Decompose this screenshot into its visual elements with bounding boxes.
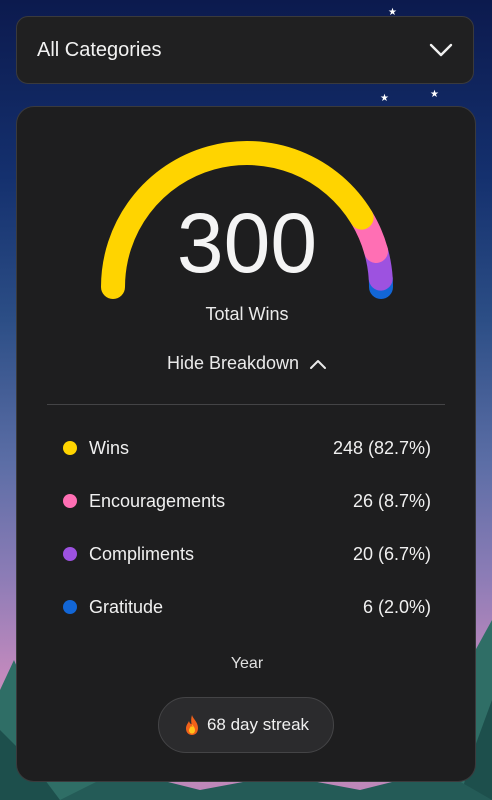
breakdown-label: Gratitude: [89, 596, 164, 617]
breakdown-row-encouragements: Encouragements 26 (8.7%): [63, 487, 431, 515]
hide-breakdown-toggle[interactable]: Hide Breakdown: [17, 353, 477, 374]
wins-color-dot: [63, 441, 77, 455]
breakdown-value: 6 (2.0%): [362, 596, 431, 617]
divider: [47, 404, 445, 405]
category-dropdown[interactable]: All Categories: [16, 16, 474, 84]
gratitude-color-dot: [63, 600, 77, 614]
compliments-color-dot: [63, 547, 77, 561]
period-label: Year: [230, 655, 264, 672]
chevron-up-icon: [310, 359, 327, 369]
breakdown-value: 26 (8.7%): [352, 490, 431, 511]
chevron-down-icon: [429, 43, 453, 57]
streak-label: 68 day streak: [206, 715, 310, 734]
breakdown-row-gratitude: Gratitude 6 (2.0%): [63, 593, 431, 621]
category-dropdown-value: All Categories: [37, 38, 162, 61]
breakdown-value: 20 (6.7%): [352, 543, 431, 564]
breakdown-value: 248 (82.7%): [332, 437, 431, 458]
breakdown-label: Encouragements: [89, 490, 226, 511]
breakdown-label: Wins: [89, 437, 129, 458]
star-icon: ★: [380, 93, 389, 104]
wins-summary-card: 300 Total Wins Hide Breakdown Wins 248 (…: [16, 106, 476, 782]
star-icon: ★: [430, 89, 439, 100]
breakdown-row-wins: Wins 248 (82.7%): [63, 434, 431, 462]
hide-breakdown-label: Hide Breakdown: [166, 353, 300, 373]
breakdown-label: Compliments: [89, 543, 195, 564]
breakdown-row-compliments: Compliments 20 (6.7%): [63, 540, 431, 568]
total-wins-value: 300: [176, 196, 318, 290]
encouragements-color-dot: [63, 494, 77, 508]
streak-badge[interactable]: 68 day streak: [158, 697, 334, 753]
fire-icon: [185, 715, 198, 735]
total-wins-label: Total Wins: [205, 304, 289, 324]
